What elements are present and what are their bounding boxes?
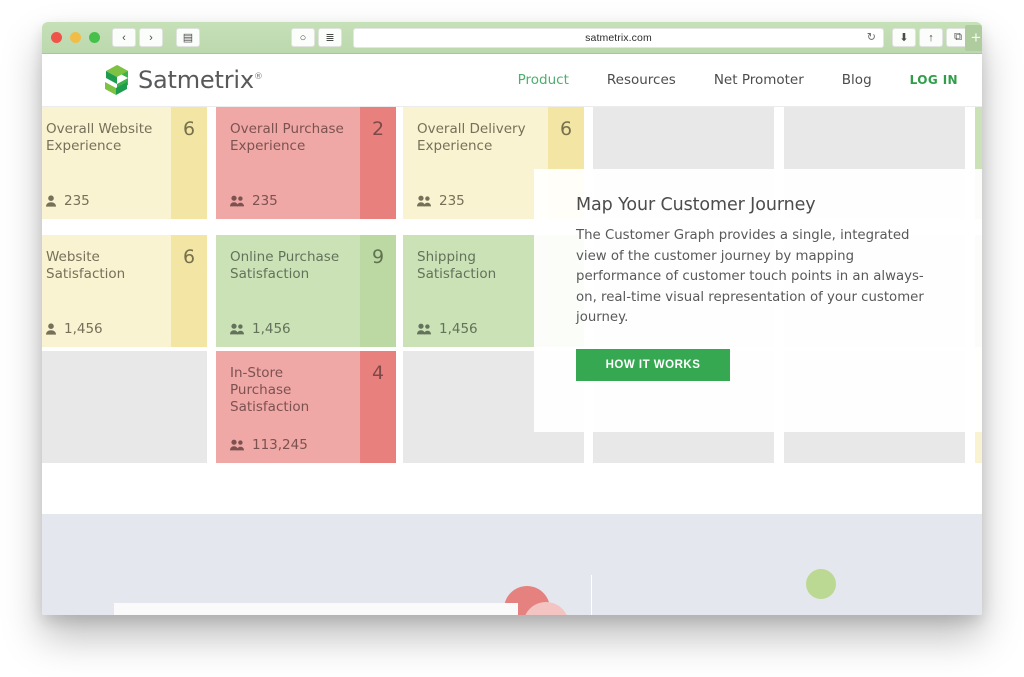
- card-body: [42, 351, 207, 463]
- nav-item-resources[interactable]: Resources: [607, 72, 676, 88]
- card-count: 235: [64, 193, 90, 209]
- info-panel-title: Map Your Customer Journey: [576, 195, 816, 215]
- reload-icon[interactable]: ↻: [867, 32, 876, 43]
- card-respondents: 1,456: [46, 321, 157, 337]
- nav-item-product[interactable]: Product: [518, 72, 569, 88]
- card-body: Overall Website Experience 235: [42, 107, 171, 219]
- metric-card[interactable]: Overall Purchase Experience 235 2: [216, 107, 396, 219]
- card-body: Website Satisfaction 1,456: [42, 235, 171, 347]
- card-title: Shipping Satisfaction: [417, 249, 497, 282]
- info-panel: Map Your Customer Journey The Customer G…: [534, 169, 982, 432]
- card-count: 235: [439, 193, 465, 209]
- white-spacer-band: [42, 475, 982, 514]
- card-count: 1,456: [64, 321, 103, 337]
- card-title: Overall Website Experience: [46, 121, 153, 154]
- people-icon: [230, 323, 244, 335]
- close-window-button[interactable]: [51, 32, 62, 43]
- browser-window: ‹ › ▤ ○ ≣ satmetrix.com ↻ ⬇ ↑ ⧉ + Satmet…: [42, 22, 982, 615]
- back-icon[interactable]: ‹: [112, 28, 136, 47]
- card-body: In-Store Purchase Satisfaction 113,245: [216, 351, 360, 463]
- card-title: Online Purchase Satisfaction: [230, 249, 340, 282]
- how-it-works-button[interactable]: HOW IT WORKS: [576, 348, 730, 381]
- metric-card[interactable]: In-Store Purchase Satisfaction 113,245 4: [216, 351, 396, 463]
- navigation-buttons: ‹ ›: [112, 28, 166, 47]
- card-score: 4: [360, 351, 396, 463]
- people-icon: [417, 195, 431, 207]
- card-title: Website Satisfaction: [46, 249, 126, 282]
- zoom-window-button[interactable]: [89, 32, 100, 43]
- card-respondents: 235: [46, 193, 157, 209]
- people-icon: [417, 323, 431, 335]
- card-title: Overall Delivery Experience: [417, 121, 526, 154]
- site-header: Satmetrix® Product Resources Net Promote…: [42, 54, 982, 107]
- card-respondents: 235: [417, 193, 534, 209]
- people-icon: [230, 195, 244, 207]
- card-respondents: 1,456: [417, 321, 534, 337]
- card-score: 2: [360, 107, 396, 219]
- address-bar[interactable]: satmetrix.com ↻: [353, 27, 884, 48]
- nav-item-net-promoter[interactable]: Net Promoter: [714, 72, 804, 88]
- nav-item-log-in[interactable]: LOG IN: [910, 73, 958, 87]
- card-score: 9: [360, 235, 396, 347]
- card-body: Online Purchase Satisfaction 1,456: [216, 235, 360, 347]
- empty-card[interactable]: [42, 351, 207, 463]
- metric-card[interactable]: Website Satisfaction 1,456 6: [42, 235, 207, 347]
- person-icon: [46, 195, 56, 207]
- card-respondents: 235: [230, 193, 346, 209]
- browser-toolbar: ‹ › ▤ ○ ≣ satmetrix.com ↻ ⬇ ↑ ⧉ +: [42, 22, 982, 54]
- brand-name: Satmetrix®: [138, 66, 263, 94]
- brand-logo[interactable]: Satmetrix®: [104, 65, 263, 95]
- reader-view-icon[interactable]: ○: [291, 28, 315, 47]
- card-count: 113,245: [252, 437, 308, 453]
- person-icon: [46, 323, 56, 335]
- lower-section: [42, 514, 982, 615]
- download-icon[interactable]: ⬇: [892, 28, 916, 47]
- card-respondents: 1,456: [230, 321, 346, 337]
- share-icon[interactable]: ↑: [919, 28, 943, 47]
- card-count: 1,456: [252, 321, 291, 337]
- card-respondents: 113,245: [230, 437, 346, 453]
- minimize-window-button[interactable]: [70, 32, 81, 43]
- card-body: Overall Delivery Experience 235: [403, 107, 548, 219]
- people-icon: [230, 439, 244, 451]
- card-body: Shipping Satisfaction 1,456: [403, 235, 548, 347]
- customer-graph-board: Overall Website Experience 235 6 Overall Pu…: [42, 107, 982, 475]
- address-text: satmetrix.com: [585, 31, 652, 44]
- green-circle-icon: [806, 569, 836, 599]
- white-strip: [114, 603, 518, 615]
- card-count: 1,456: [439, 321, 478, 337]
- window-controls[interactable]: [51, 32, 100, 43]
- forward-icon[interactable]: ›: [139, 28, 163, 47]
- metric-card[interactable]: Online Purchase Satisfaction 1,456 9: [216, 235, 396, 347]
- card-score: 6: [171, 235, 207, 347]
- nav-item-blog[interactable]: Blog: [842, 72, 872, 88]
- sidebar-toggle-icon[interactable]: ▤: [176, 28, 200, 47]
- new-tab-button[interactable]: +: [965, 24, 982, 51]
- bookmarks-icon[interactable]: ≣: [318, 28, 342, 47]
- card-title: Overall Purchase Experience: [230, 121, 344, 154]
- trademark-symbol: ®: [253, 72, 263, 82]
- satmetrix-logo-icon: [105, 65, 128, 95]
- metric-card[interactable]: Overall Website Experience 235 6: [42, 107, 207, 219]
- card-score: 6: [171, 107, 207, 219]
- card-count: 235: [252, 193, 278, 209]
- vertical-divider: [591, 575, 592, 615]
- card-title: In-Store Purchase Satisfaction: [230, 365, 310, 415]
- card-body: Overall Purchase Experience 235: [216, 107, 360, 219]
- site-nav: Product Resources Net Promoter Blog LOG …: [518, 72, 958, 88]
- info-panel-text: The Customer Graph provides a single, in…: [576, 228, 924, 325]
